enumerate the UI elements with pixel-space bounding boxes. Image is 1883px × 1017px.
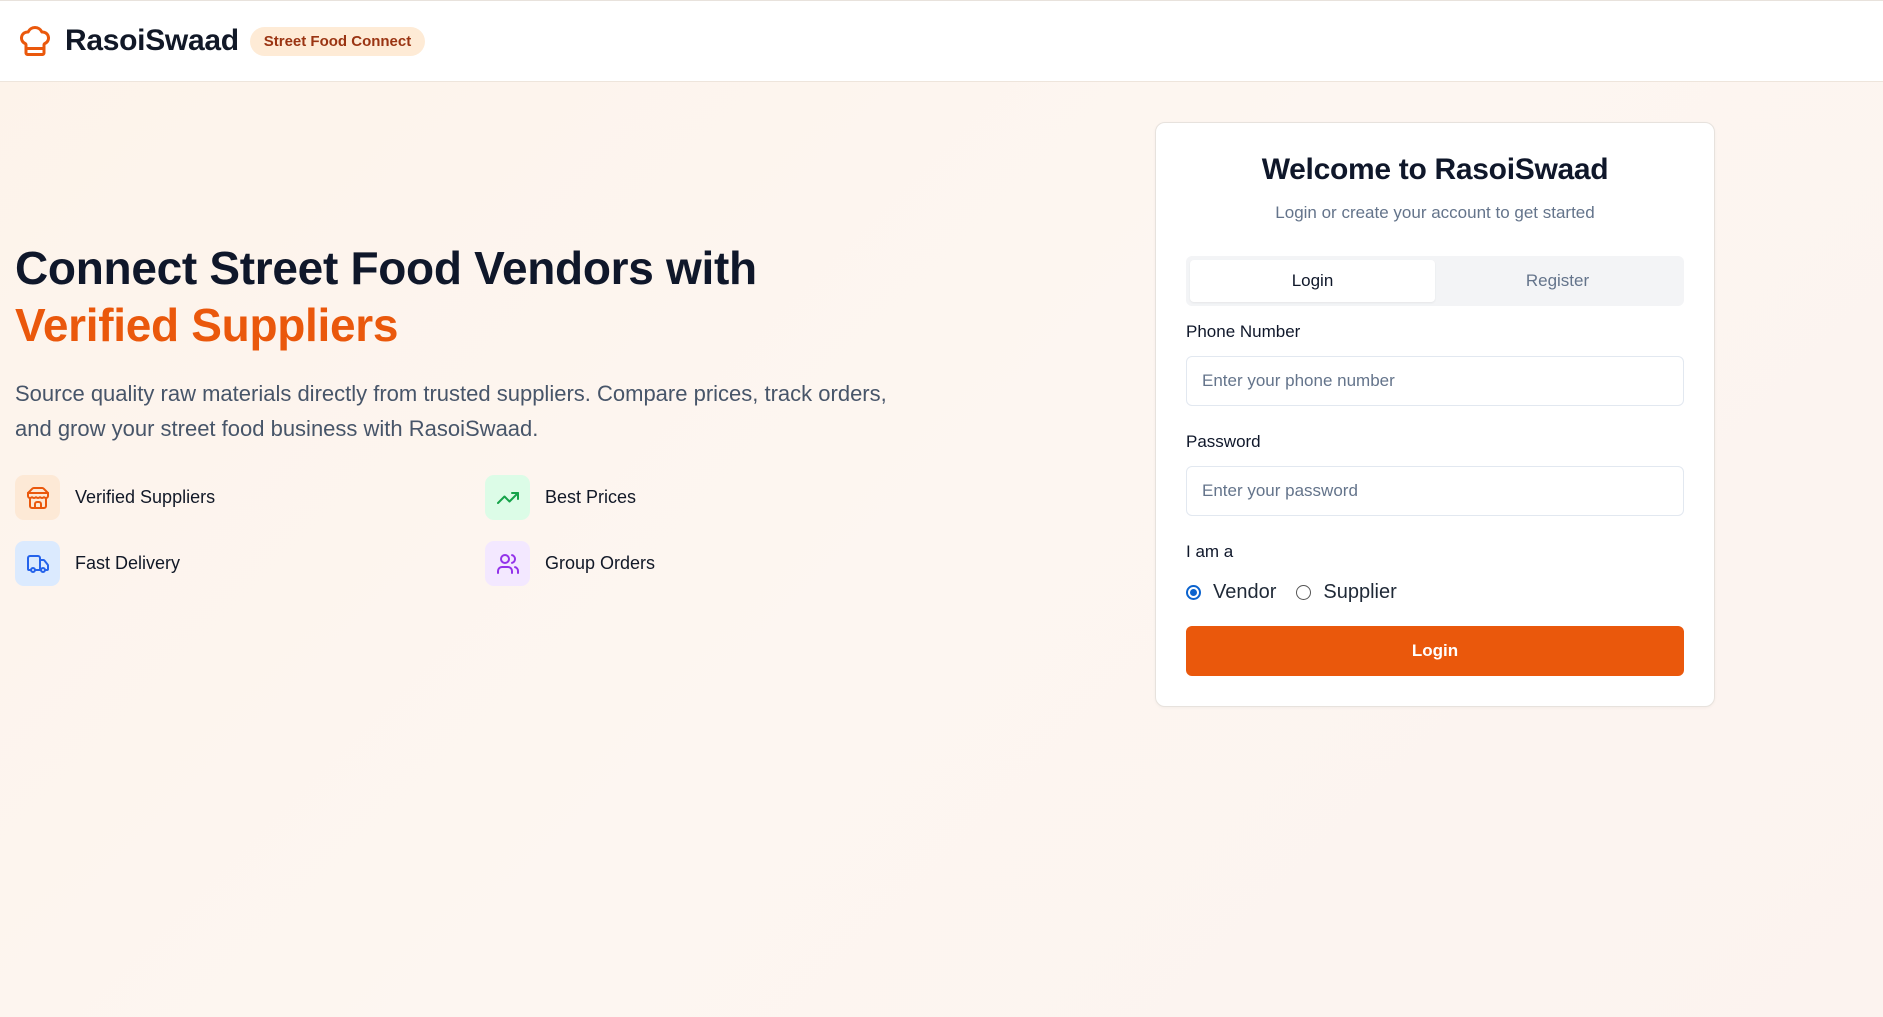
hero-title: Connect Street Food Vendors with Verifie… [15, 240, 915, 354]
radio-supplier[interactable]: Supplier [1296, 581, 1397, 604]
auth-card: Welcome to RasoiSwaad Login or create yo… [1155, 122, 1715, 707]
radio-vendor-control[interactable] [1186, 585, 1201, 600]
radio-vendor-label[interactable]: Vendor [1213, 581, 1276, 604]
radio-vendor[interactable]: Vendor [1186, 581, 1276, 604]
role-label: I am a [1186, 542, 1234, 561]
card-title: Welcome to RasoiSwaad [1261, 153, 1609, 186]
phone-input[interactable] [1186, 356, 1684, 406]
role-radio-group: Vendor Supplier [1186, 581, 1417, 604]
tagline-badge: Street Food Connect [249, 26, 426, 56]
phone-label: Phone Number [1186, 322, 1301, 341]
hero-title-main: Connect Street Food Vendors with [15, 242, 757, 294]
trending-up-icon [485, 475, 530, 520]
feature-best-prices: Best Prices [485, 475, 636, 520]
feature-verified-suppliers: Verified Suppliers [15, 475, 215, 520]
tab-register[interactable]: Register [1435, 260, 1680, 302]
auth-tabs: Login Register [1186, 256, 1684, 306]
feature-label: Best Prices [545, 487, 637, 507]
feature-fast-delivery: Fast Delivery [15, 541, 180, 586]
password-label: Password [1186, 432, 1261, 451]
card-subtitle: Login or create your account to get star… [1275, 203, 1595, 222]
top-navbar: RasoiSwaad Street Food Connect [0, 0, 1883, 82]
hero-title-accent: Verified Suppliers [15, 299, 399, 351]
tab-login[interactable]: Login [1190, 260, 1435, 302]
feature-label: Fast Delivery [75, 553, 181, 573]
password-input[interactable] [1186, 466, 1684, 516]
truck-icon [15, 541, 60, 586]
login-button[interactable]: Login [1186, 626, 1684, 676]
brand-name: RasoiSwaad [65, 24, 239, 57]
hero-section: Connect Street Food Vendors with Verifie… [15, 240, 915, 446]
hero-description: Source quality raw materials directly fr… [15, 381, 887, 441]
feature-label: Group Orders [545, 553, 656, 573]
radio-supplier-label[interactable]: Supplier [1323, 581, 1396, 604]
feature-group-orders: Group Orders [485, 541, 655, 586]
store-icon [15, 475, 60, 520]
chef-hat-icon [17, 23, 53, 59]
radio-supplier-control[interactable] [1296, 585, 1312, 600]
feature-label: Verified Suppliers [75, 487, 216, 507]
users-icon [485, 541, 530, 586]
